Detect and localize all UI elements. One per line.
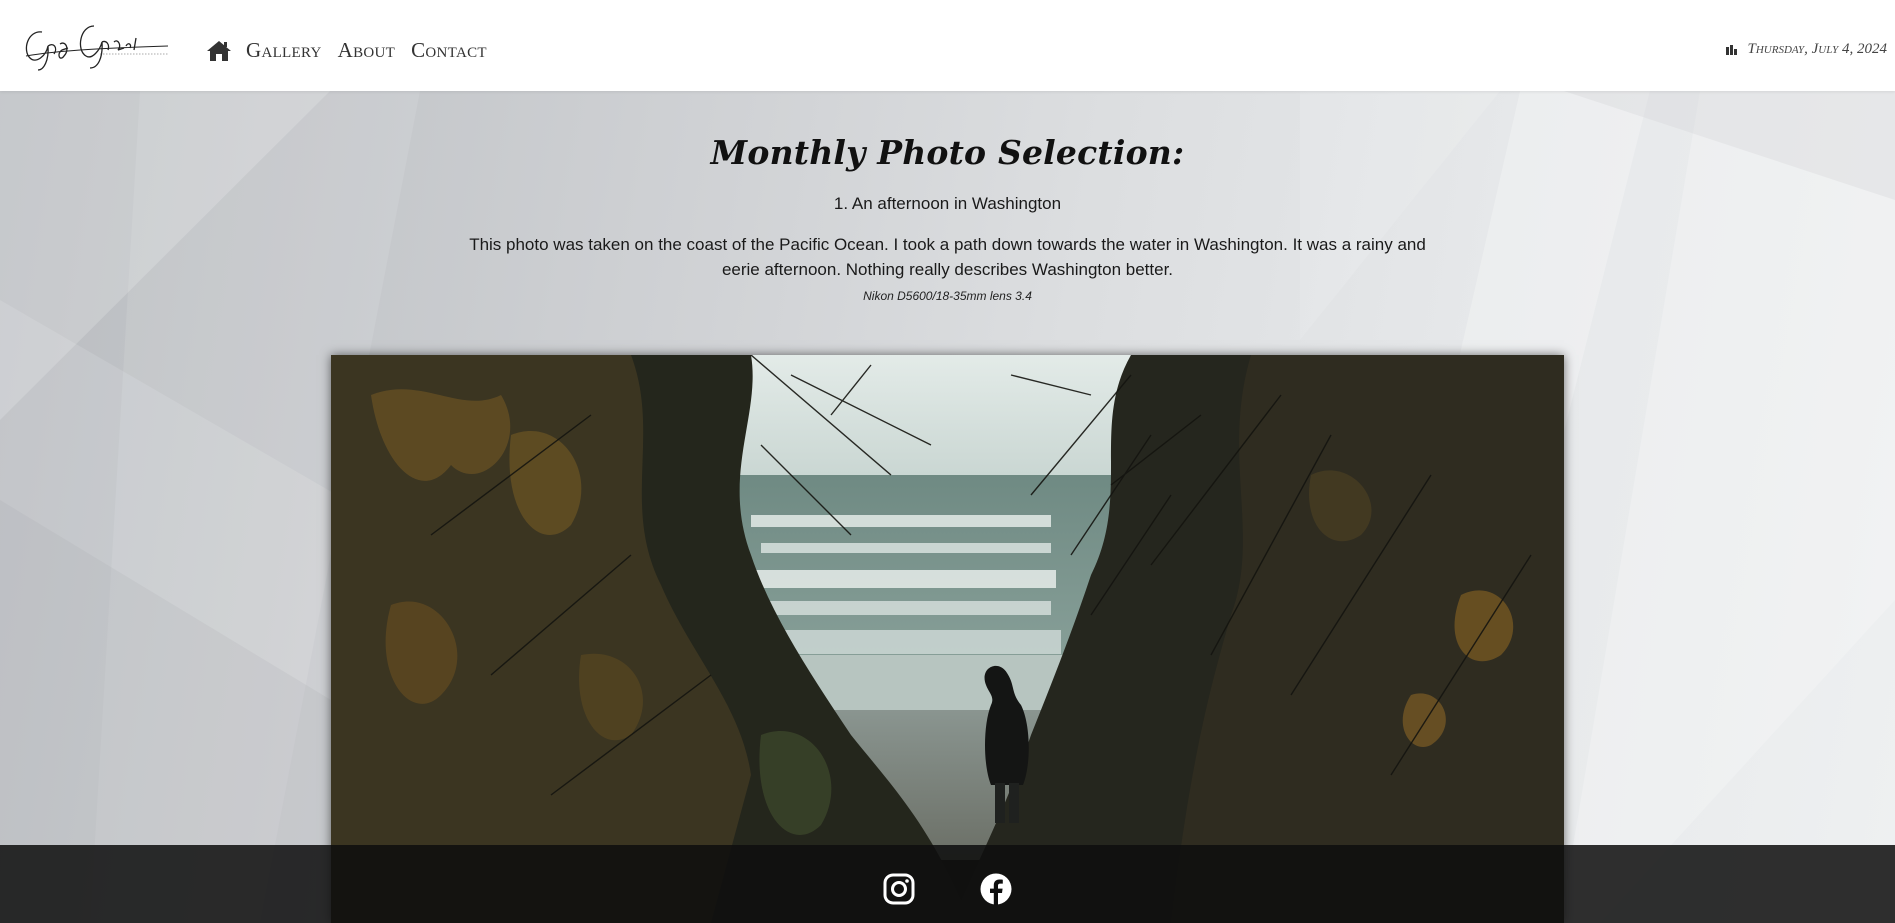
home-icon[interactable] <box>206 39 232 63</box>
site-logo[interactable] <box>20 20 170 72</box>
photo-title: 1. An afternoon in Washington <box>833 194 1062 213</box>
site-footer <box>0 845 1895 923</box>
photo-description: This photo was taken on the coast of the… <box>469 235 1426 279</box>
nav-about[interactable]: About <box>338 38 396 63</box>
site-header: Gallery About Contact Thursday, July 4, … <box>0 0 1895 91</box>
instagram-icon[interactable] <box>882 872 916 906</box>
nav-gallery[interactable]: Gallery <box>246 38 322 63</box>
main-nav: Gallery About Contact <box>206 38 503 63</box>
facebook-icon[interactable] <box>979 872 1013 906</box>
calendar-icon <box>1725 44 1737 55</box>
nav-contact[interactable]: Contact <box>411 38 487 63</box>
featured-photo[interactable] <box>331 355 1564 923</box>
current-date: Thursday, July 4, 2024 <box>1747 41 1888 57</box>
page-title: Monthly Photo Selection: <box>710 133 1185 172</box>
camera-info: Nikon D5600/18-35mm lens 3.4 <box>863 289 1032 303</box>
date-display: Thursday, July 4, 2024 <box>1725 41 1888 58</box>
